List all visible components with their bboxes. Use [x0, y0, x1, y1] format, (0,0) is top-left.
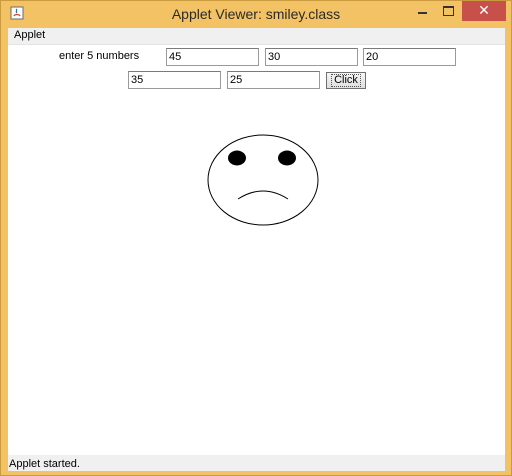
- click-button[interactable]: Click: [326, 72, 366, 89]
- click-button-label: Click: [331, 74, 361, 87]
- minimize-icon: [418, 12, 427, 14]
- maximize-icon: [443, 6, 454, 16]
- applet-viewer-window: Applet Viewer: smiley.class ✕ Applet ent…: [0, 0, 512, 476]
- menu-bar: Applet: [8, 28, 505, 45]
- maximize-button[interactable]: [435, 1, 461, 21]
- frown-drawing: [207, 134, 319, 226]
- minimize-button[interactable]: [409, 1, 435, 21]
- right-eye: [278, 150, 296, 166]
- close-icon: ✕: [478, 2, 490, 18]
- status-text: Applet started.: [9, 458, 80, 470]
- applet-content: enter 5 numbers Click: [8, 45, 505, 455]
- left-eye: [228, 150, 246, 166]
- face-outline: [207, 134, 319, 226]
- number-field-4[interactable]: [128, 71, 221, 89]
- number-field-2[interactable]: [265, 48, 358, 66]
- close-button[interactable]: ✕: [462, 1, 506, 21]
- title-bar[interactable]: Applet Viewer: smiley.class ✕: [1, 1, 511, 28]
- number-field-1[interactable]: [166, 48, 259, 66]
- menu-applet[interactable]: Applet: [14, 29, 45, 41]
- number-field-5[interactable]: [227, 71, 320, 89]
- number-field-3[interactable]: [363, 48, 456, 66]
- status-bar: Applet started.: [8, 455, 505, 471]
- prompt-label: enter 5 numbers: [59, 50, 140, 62]
